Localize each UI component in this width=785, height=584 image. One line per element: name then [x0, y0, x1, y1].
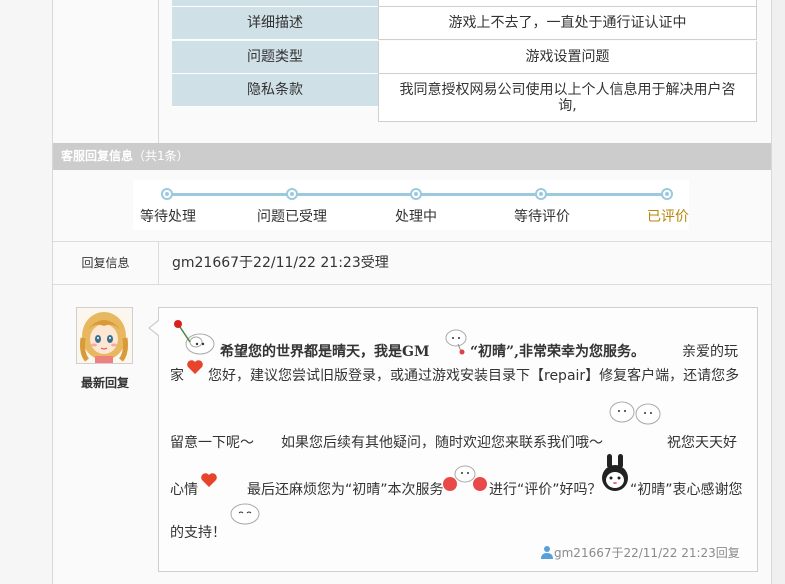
cloud-rose-sticker-icon: [174, 320, 215, 355]
progress-dot-3: [410, 188, 422, 200]
heart-icon: [201, 473, 217, 487]
line4-text-d: “初晴”衷心感谢您: [630, 482, 743, 498]
line3-text-c: 祝您天天好: [667, 435, 737, 451]
reply-footer: gm21667于22/11/22 21:23回复: [540, 544, 740, 561]
greeting-tail-text: 亲爱的玩: [682, 344, 738, 360]
cloud-smile-sticker-icon: [230, 503, 260, 525]
line2-start: 家: [170, 368, 184, 384]
reply-info-label: 回复信息: [81, 256, 130, 270]
step-processing: 处理中: [395, 209, 437, 225]
detail-label: 详细描述: [172, 7, 378, 40]
bubble-arrow-inner: [150, 321, 159, 335]
reply-footer-text: gm21667于22/11/22 21:23回复: [554, 546, 740, 560]
cloud-pompom-sticker-icon: [443, 465, 487, 491]
right-scroll-margin: [772, 0, 785, 584]
cloud-umbrella-sticker-icon: [445, 329, 467, 355]
heart-icon: [187, 360, 203, 374]
problem-type-value: 游戏设置问题: [378, 41, 757, 74]
line3-text-a: 留意一下呢～: [170, 435, 254, 451]
left-margin: [0, 0, 52, 584]
privacy-value: 我同意授权网易公司使用以上个人信息用于解决用户咨 询,: [378, 74, 757, 122]
line2-text: 您好，建议您尝试旧版登录，或通过游戏安装目录下【repair】修复客户端，还请您…: [208, 368, 740, 384]
table-divider: [158, 0, 159, 143]
line3-text-b: 如果您后续有其他疑问，随时欢迎您来联系我们哦～: [281, 435, 603, 451]
line4-text-b: 最后还麻烦您为“初晴”本次服务: [247, 482, 444, 498]
privacy-value-line2: 询,: [558, 98, 577, 114]
line4-text-a: 心情: [170, 482, 198, 498]
progress-dot-2: [286, 188, 298, 200]
privacy-label: 隐私条款: [172, 74, 378, 107]
problem-type-label: 问题类型: [172, 41, 378, 74]
divider: [53, 241, 771, 242]
ticket-page: 详细描述 游戏上不去了，一直处于通行证认证中 问题类型 游戏设置问题 隐私条款 …: [0, 0, 785, 584]
line5-text: 的支持！: [170, 525, 226, 541]
progress-dot-1: [161, 188, 173, 200]
progress-dot-4: [535, 188, 547, 200]
progress-dot-5: [661, 188, 673, 200]
avatar: [76, 307, 133, 364]
greeting-name-text: “初晴”,非常荣幸为您服务。: [470, 344, 645, 360]
step-await-rating: 等待评价: [514, 209, 570, 225]
divider: [53, 284, 771, 285]
girl-avatar-icon: [77, 308, 132, 363]
reply-section-header: 客服回复信息（共1条）: [53, 143, 771, 170]
reply-section-title: 客服回复信息: [61, 149, 134, 163]
privacy-value-line1: 我同意授权网易公司使用以上个人信息用于解决用户咨: [399, 82, 736, 98]
detail-value: 游戏上不去了，一直处于通行证认证中: [378, 7, 757, 40]
table-value-cell-top: [378, 0, 757, 7]
line4-text-c: 进行“评价”好吗？: [489, 482, 602, 498]
cloud-pair-sticker-icon: [609, 401, 661, 425]
divider: [158, 242, 159, 284]
reply-count: （共1条）: [133, 149, 189, 163]
step-waiting: 等待处理: [140, 209, 196, 225]
user-icon: [541, 546, 553, 559]
bunny-sticker-icon: [602, 454, 628, 491]
step-accepted: 问题已受理: [257, 209, 327, 225]
reply-info-text: gm21667于22/11/22 21:23受理: [172, 255, 389, 271]
table-label-cell-top: [172, 0, 378, 7]
greeting-text: 希望您的世界都是晴天，我是GM: [220, 344, 430, 360]
latest-reply-caption: 最新回复: [80, 376, 129, 390]
step-rated: 已评价: [647, 209, 689, 225]
